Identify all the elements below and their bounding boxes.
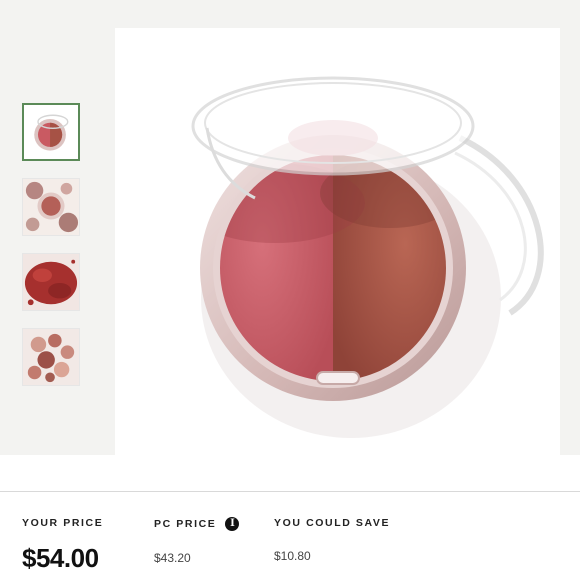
blush-compact-image <box>191 76 544 438</box>
info-icon[interactable]: i <box>225 517 240 531</box>
blush-compact-thumbnail-icon <box>24 105 78 159</box>
pc-price-block: PC PRICE i $43.20 <box>154 517 240 565</box>
thumbnail-red-powder[interactable] <box>22 253 80 311</box>
blush-with-crushed-powder-thumbnail-icon <box>23 179 79 235</box>
your-price-block: YOUR PRICE $54.00 <box>22 517 103 574</box>
thumbnail-strip <box>22 103 84 403</box>
pc-price-label-row: PC PRICE i <box>154 517 240 531</box>
pc-price-value: $43.20 <box>154 551 191 565</box>
savings-value: $10.80 <box>274 549 311 563</box>
thumbnail-crushed-powder[interactable] <box>22 178 80 236</box>
pc-price-label: PC PRICE <box>154 518 217 530</box>
thumbnail-assorted-pans[interactable] <box>22 328 80 386</box>
assorted-blush-pans-thumbnail-icon <box>23 329 79 385</box>
your-price-label: YOUR PRICE <box>22 517 104 529</box>
main-product-image <box>115 28 560 455</box>
price-panel: YOUR PRICE $54.00 PC PRICE i $43.20 YOU … <box>0 455 580 580</box>
red-powder-swatch-thumbnail-icon <box>23 254 79 310</box>
divider <box>0 491 580 492</box>
your-price-value: $54.00 <box>22 543 99 573</box>
product-gallery <box>0 0 580 455</box>
savings-block: YOU COULD SAVE $10.80 <box>274 517 390 563</box>
savings-label: YOU COULD SAVE <box>274 517 391 529</box>
thumbnail-blush-compact[interactable] <box>22 103 80 161</box>
